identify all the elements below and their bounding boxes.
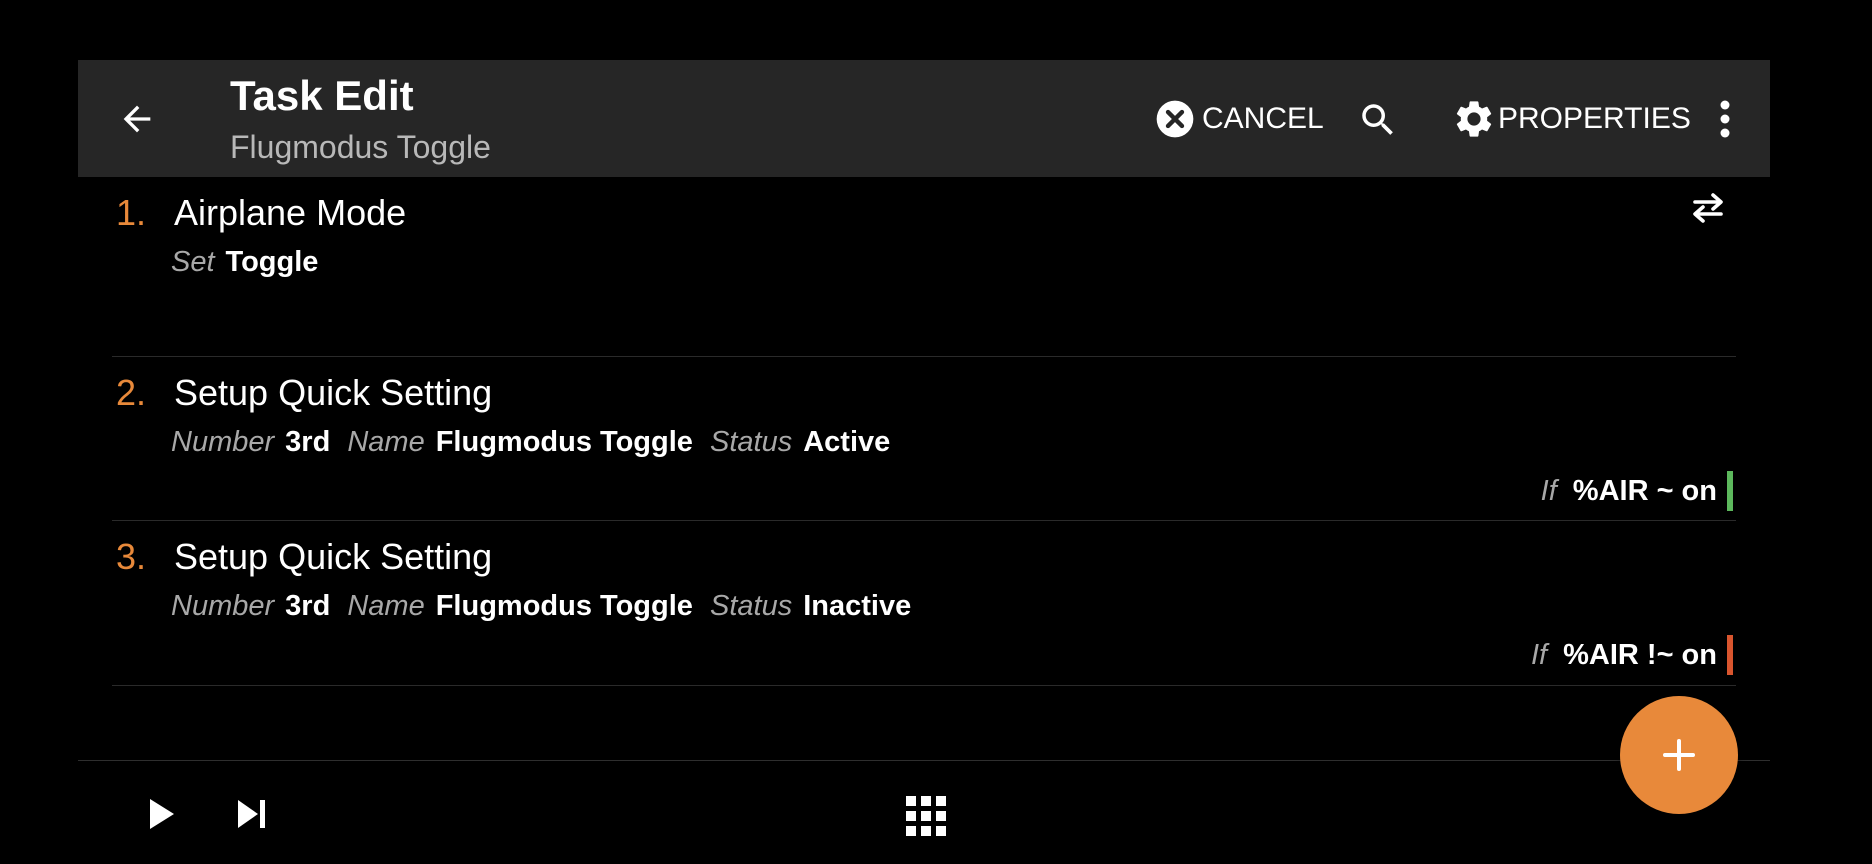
grid-button[interactable] [904,794,948,838]
close-circle-icon [1153,97,1197,141]
condition-expression: %AIR !~ on [1563,638,1717,671]
param-label: Status [710,426,793,458]
condition-true-indicator [1727,471,1733,511]
plus-icon [1661,737,1697,773]
action-name: Setup Quick Setting [174,372,493,413]
bottom-bar [78,760,1770,864]
param-label: Set [171,246,215,278]
search-button[interactable] [1356,98,1400,142]
add-action-button[interactable] [1620,696,1738,814]
condition-label: If [1531,638,1548,671]
search-icon [1357,99,1399,141]
param-label: Number [171,590,275,622]
action-params: Number 3rd Name Flugmodus Toggle Status Ina… [171,590,920,623]
gear-icon [1452,97,1496,141]
page-title: Task Edit [230,72,414,119]
cancel-label: CANCEL [1202,102,1324,135]
param-value: 3rd [285,426,331,458]
param-value: Toggle [225,246,319,278]
step-button[interactable] [232,794,272,834]
action-name: Airplane Mode [174,192,407,233]
swap-horizontal-icon [1688,191,1728,225]
back-button[interactable] [116,98,158,140]
param-value: Inactive [803,590,912,622]
app-bar: Task Edit Flugmodus Toggle CANCEL PROPER… [78,60,1770,177]
param-value: Flugmodus Toggle [435,426,693,458]
action-item[interactable]: 1. Airplane Mode Set Toggle [112,177,1736,357]
cancel-button[interactable]: CANCEL [1153,97,1324,141]
play-button[interactable] [140,794,180,834]
action-condition: If %AIR !~ on [1531,634,1733,676]
action-number: 1. [116,192,147,233]
more-vertical-icon [1719,99,1731,139]
properties-button[interactable]: PROPERTIES [1452,97,1691,141]
param-label: Name [347,426,425,458]
action-number: 3. [116,536,147,577]
condition-label: If [1540,474,1557,507]
action-params: Set Toggle [171,246,327,279]
condition-expression: %AIR ~ on [1572,474,1717,507]
param-label: Status [710,590,793,622]
action-condition: If %AIR ~ on [1541,470,1733,512]
condition-false-indicator [1727,635,1733,675]
task-edit-screen: Task Edit Flugmodus Toggle CANCEL PROPER… [78,60,1770,864]
action-name: Setup Quick Setting [174,536,493,577]
action-number: 2. [116,372,147,413]
param-value: Flugmodus Toggle [435,590,693,622]
param-value: 3rd [285,590,331,622]
action-params: Number 3rd Name Flugmodus Toggle Status Act… [171,426,899,459]
play-icon [140,794,180,834]
task-name: Flugmodus Toggle [230,129,491,165]
arrow-left-icon [117,99,157,139]
skip-next-icon [232,794,272,834]
more-options-button[interactable] [1714,96,1736,142]
grid-icon [904,794,948,838]
param-value: Active [803,426,891,458]
action-item[interactable]: 3. Setup Quick Setting Number 3rd Name Flu… [112,521,1736,686]
action-item[interactable]: 2. Setup Quick Setting Number 3rd Name Flu… [112,357,1736,521]
param-label: Number [171,426,275,458]
properties-label: PROPERTIES [1498,102,1691,135]
param-label: Name [347,590,425,622]
